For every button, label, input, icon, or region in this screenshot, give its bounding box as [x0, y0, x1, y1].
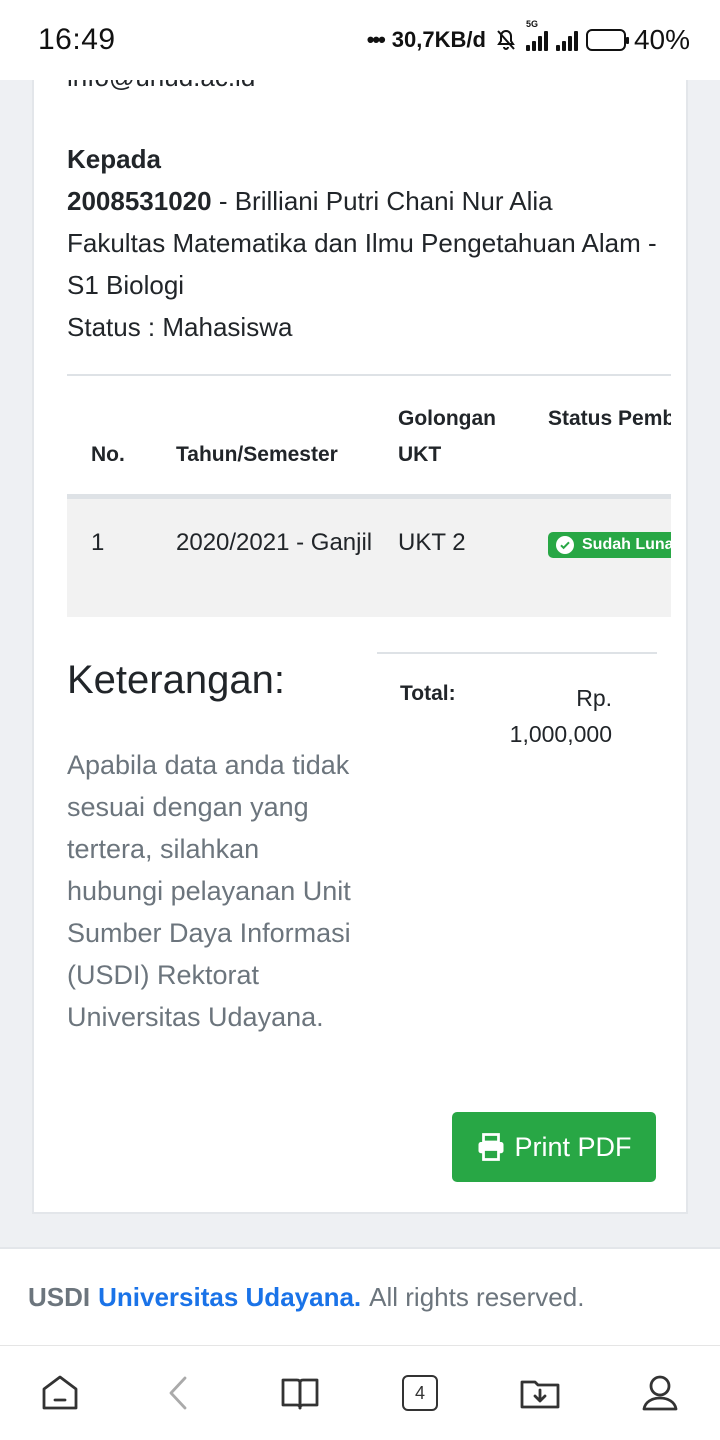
tabs-button[interactable]: 4: [390, 1363, 450, 1423]
print-pdf-label: Print PDF: [514, 1131, 632, 1162]
total-label: Total:: [400, 682, 456, 705]
bookmarks-button[interactable]: [270, 1363, 330, 1423]
battery-percent: 40%: [633, 24, 690, 55]
cell-no: 1: [91, 529, 105, 556]
student-id: 2008531020: [67, 186, 212, 216]
header-golongan: Golongan UKT: [398, 407, 496, 466]
user-icon: [642, 1375, 678, 1411]
page-footer: USDI Universitas Udayana. All rights res…: [0, 1247, 720, 1345]
keterangan-body: Apabila data anda tidak sesuai dengan ya…: [67, 750, 351, 1032]
recipient-label: Kepada: [67, 144, 161, 174]
profile-button[interactable]: [630, 1363, 690, 1423]
student-status: Status : Mahasiswa: [67, 312, 293, 342]
printer-icon: [478, 1133, 504, 1161]
chevron-left-icon: [169, 1376, 187, 1410]
status-bar: 16:49 ••• 30,7KB/d 5G 40%: [0, 0, 720, 80]
keterangan-title: Keterangan:: [67, 658, 285, 702]
header-status: Status Pembayaran: [548, 407, 671, 430]
status-icons: ••• 30,7KB/d 5G 40%: [366, 19, 690, 56]
recipient-line: 2008531020 - Brilliani Putri Chani Nur A…: [67, 180, 657, 222]
downloads-button[interactable]: [510, 1363, 570, 1423]
recipient-block: Kepada 2008531020 - Brilliani Putri Chan…: [67, 138, 657, 348]
faculty: Fakultas Matematika dan Ilmu Pengetahuan…: [67, 228, 657, 300]
home-button[interactable]: [30, 1363, 90, 1423]
footer-link[interactable]: Universitas Udayana.: [98, 1282, 361, 1313]
download-folder-icon: [520, 1380, 560, 1409]
home-icon: [42, 1375, 78, 1410]
print-pdf-button[interactable]: Print PDF: [452, 1112, 656, 1182]
status-badge-label: Sudah Lunas: [582, 536, 671, 553]
invoice-card: info@unud.ac.id Kepada 2008531020 - Bril…: [32, 40, 688, 1214]
table-header: No. Tahun/Semester Golongan UKT Status P…: [67, 375, 671, 499]
footer-rights: All rights reserved.: [369, 1281, 585, 1312]
network-speed: 30,7KB/d: [391, 27, 486, 52]
tab-count: 4: [402, 1375, 438, 1411]
header-no: No.: [91, 443, 125, 466]
header-tahun: Tahun/Semester: [176, 443, 338, 466]
browser-bottom-nav: 4: [0, 1345, 720, 1440]
check-circle-icon: [556, 536, 574, 554]
footer-brand: USDI: [28, 1281, 91, 1312]
bell-muted-icon: [497, 29, 515, 50]
back-button[interactable]: [150, 1363, 210, 1423]
cell-tahun: 2020/2021 - Ganjil: [176, 529, 373, 556]
status-badge: Sudah Lunas: [548, 532, 671, 558]
signal-icon: [555, 29, 578, 51]
total-value: Rp. 1,000,000: [509, 685, 612, 747]
signal-5g-icon: 5G: [525, 19, 548, 51]
payment-table: No. Tahun/Semester Golongan UKT Status P…: [67, 375, 671, 617]
more-dots-icon: •••: [366, 27, 386, 52]
total-divider: [377, 652, 657, 654]
table-row: 1 2020/2021 - Ganjil UKT 2 Sudah Lunas: [67, 499, 671, 617]
battery-icon: [585, 29, 629, 51]
cell-golongan: UKT 2: [398, 529, 466, 556]
clock: 16:49: [38, 23, 116, 56]
student-name: - Brilliani Putri Chani Nur Alia: [211, 186, 553, 216]
book-icon: [281, 1378, 319, 1410]
